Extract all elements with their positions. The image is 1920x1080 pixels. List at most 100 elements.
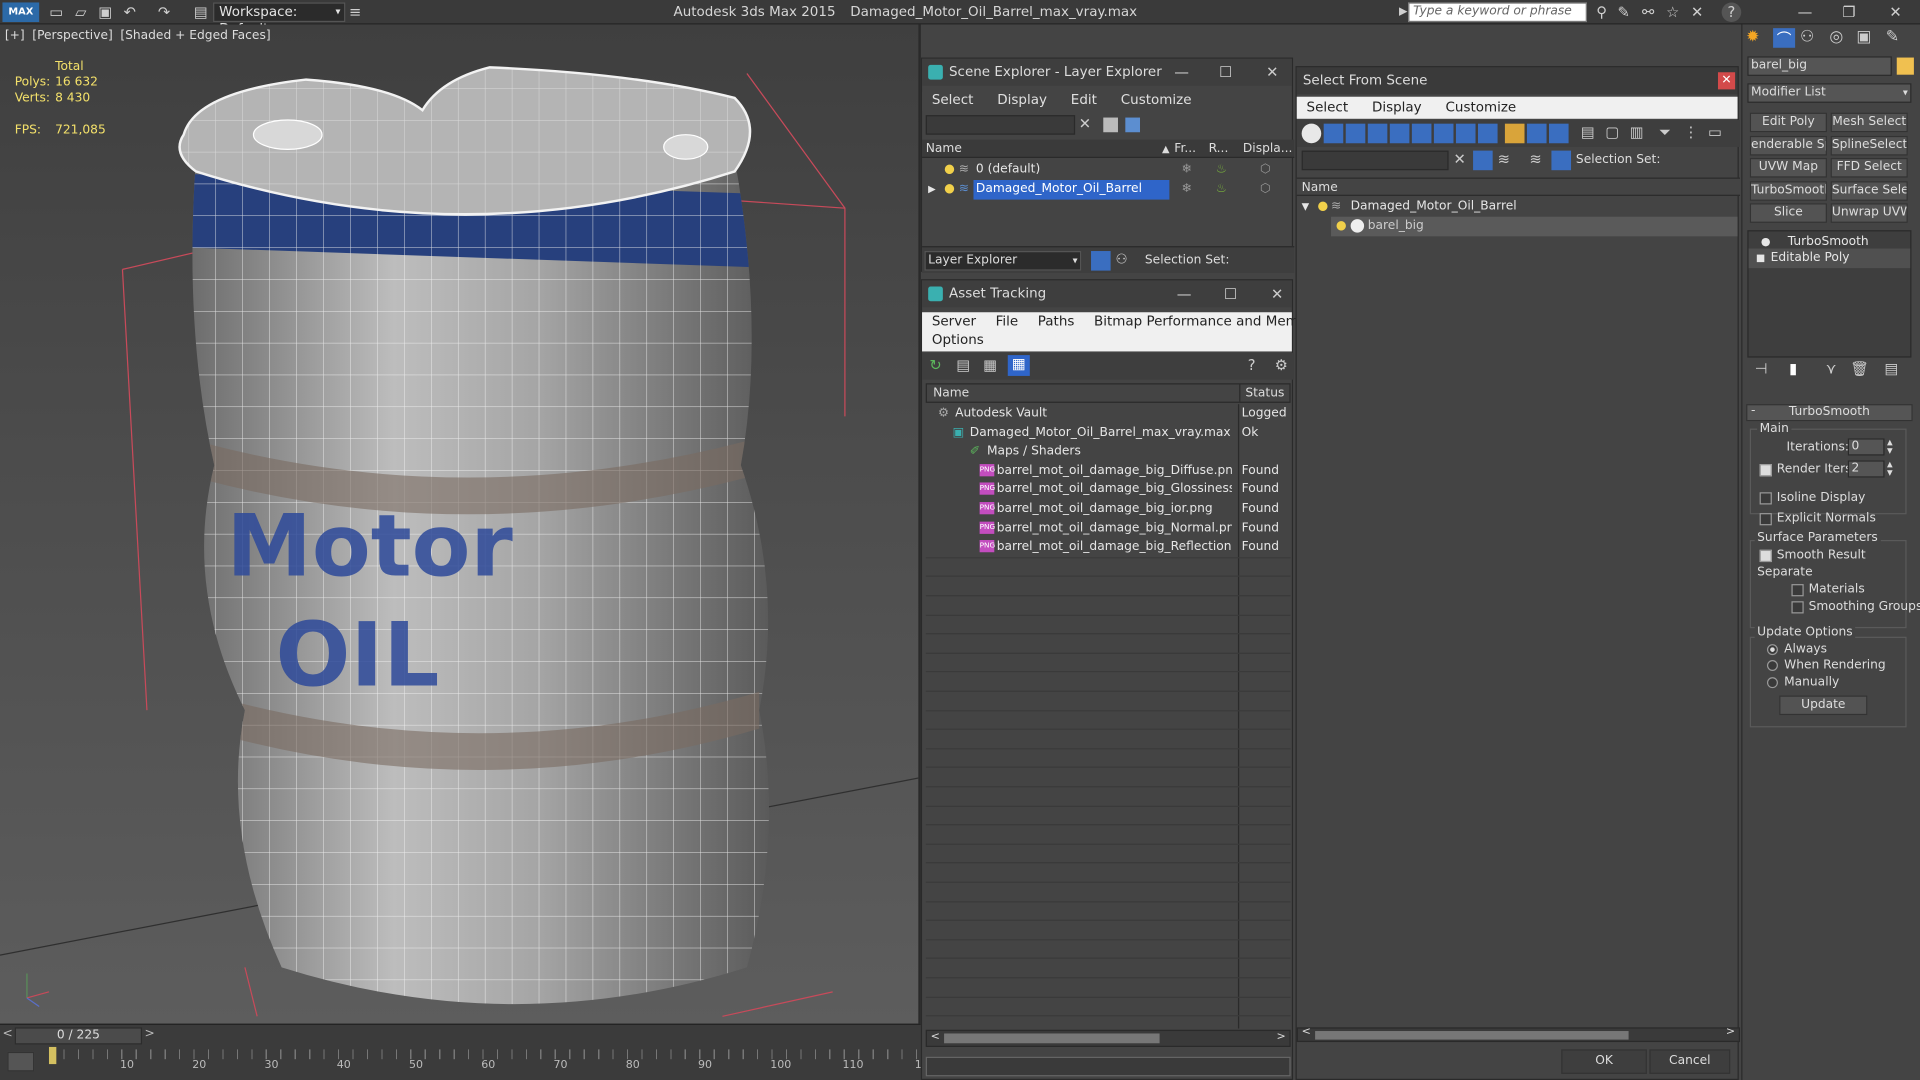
- menu-customize[interactable]: Customize: [1446, 99, 1517, 115]
- col-status[interactable]: Status: [1245, 384, 1284, 402]
- modifier-button[interactable]: Surface Select: [1830, 180, 1908, 201]
- modifier-button[interactable]: SplineSelect: [1830, 135, 1908, 155]
- project-icon[interactable]: ▤: [191, 2, 211, 22]
- select-none-icon[interactable]: ▢: [1605, 124, 1619, 141]
- link-icon[interactable]: ⚯: [1638, 2, 1658, 22]
- modifier-button[interactable]: FFD Select: [1830, 157, 1908, 178]
- invert-selection-icon[interactable]: ▥: [1630, 124, 1644, 141]
- time-marker[interactable]: [48, 1046, 57, 1065]
- show-end-result-icon[interactable]: ▮: [1789, 360, 1797, 377]
- clear-search-icon[interactable]: ✕: [1079, 115, 1091, 132]
- menu-paths[interactable]: Paths: [1038, 313, 1075, 329]
- scroll-right-icon[interactable]: >: [1726, 1026, 1735, 1038]
- asset-row[interactable]: PNG barrel_mot_oil_damage_big_Reflection.…: [926, 538, 1291, 558]
- asset-row[interactable]: ✐ Maps / Shaders: [926, 442, 1291, 462]
- max-logo-icon[interactable]: MAX: [2, 2, 40, 23]
- expand-icon[interactable]: ▶: [928, 180, 936, 200]
- containers-filter-icon[interactable]: [1504, 123, 1525, 144]
- object-name-field[interactable]: barel_big: [1747, 56, 1892, 76]
- open-file-icon[interactable]: ▱: [71, 2, 91, 22]
- modifier-button[interactable]: Edit Poly: [1749, 112, 1827, 133]
- modifier-button[interactable]: TurboSmooth: [1749, 180, 1827, 201]
- time-slider[interactable]: 0 / 225: [14, 1027, 143, 1045]
- col-name[interactable]: Name: [926, 140, 962, 158]
- menu-select[interactable]: Select: [932, 92, 974, 108]
- asset-row[interactable]: PNG barrel_mot_oil_damage_big_ior.png Foun…: [926, 500, 1291, 520]
- render-iters-spinner[interactable]: 2: [1847, 460, 1885, 478]
- filter-icon[interactable]: ⏷: [1659, 124, 1671, 142]
- sort-icon[interactable]: ▲: [1162, 140, 1170, 158]
- close-icon[interactable]: ✕: [1262, 64, 1282, 81]
- layers-icon[interactable]: [1125, 117, 1141, 133]
- search-input[interactable]: Type a keyword or phrase: [1408, 2, 1587, 23]
- asset-row[interactable]: ⚙ Autodesk Vault Logged O: [926, 404, 1291, 424]
- stack-item[interactable]: ■ Editable Poly: [1748, 248, 1911, 269]
- scene-tree-row-selected[interactable]: ● barel_big: [1331, 216, 1738, 237]
- menu-display[interactable]: Display: [1372, 99, 1422, 115]
- modify-tab-icon[interactable]: ⌒: [1773, 28, 1796, 48]
- always-radio[interactable]: [1766, 644, 1778, 656]
- clear-search-icon[interactable]: ✕: [1453, 151, 1465, 168]
- isoline-checkbox[interactable]: [1759, 492, 1772, 505]
- menu-file[interactable]: File: [996, 313, 1019, 329]
- save-icon[interactable]: ▣: [96, 2, 116, 22]
- groups-filter-icon[interactable]: [1433, 123, 1454, 144]
- iterations-spinner[interactable]: 0: [1847, 438, 1885, 456]
- display-icon[interactable]: ⬡: [1260, 160, 1271, 180]
- layer-row[interactable]: ▶ ● ≋ Damaged_Motor_Oil_Barrel ❄ ♨ ⬡: [922, 180, 1292, 200]
- spinner-arrows-icon[interactable]: ▲ ▼: [1887, 438, 1893, 455]
- close-x-icon[interactable]: ✕: [1687, 2, 1707, 22]
- tools-icon[interactable]: ✎: [1614, 2, 1634, 22]
- modifier-button[interactable]: Unwrap UVW: [1830, 203, 1908, 223]
- configure-sets-icon[interactable]: ▤: [1885, 360, 1899, 377]
- smooth-result-checkbox[interactable]: [1759, 549, 1772, 563]
- create-tab-icon[interactable]: ✹: [1746, 28, 1768, 48]
- close-icon[interactable]: ✕: [1886, 2, 1906, 22]
- motion-tab-icon[interactable]: ◎: [1829, 28, 1843, 46]
- scene-explorer-title[interactable]: Scene Explorer - Layer Explorer: [922, 58, 1292, 86]
- xrefs-filter-icon[interactable]: [1455, 123, 1476, 144]
- bulb-icon[interactable]: ●: [1318, 197, 1329, 217]
- layer-mode-icon[interactable]: [1091, 251, 1111, 271]
- modifier-button[interactable]: UVW Map: [1749, 157, 1827, 178]
- select-scrollbar[interactable]: < >: [1296, 1026, 1741, 1043]
- scene-tree-row[interactable]: ▼ ● ≋ Damaged_Motor_Oil_Barrel: [1297, 197, 1738, 217]
- close-icon[interactable]: ✕: [1267, 285, 1287, 302]
- expand-icon[interactable]: ■: [1756, 249, 1765, 269]
- ok-button[interactable]: OK: [1561, 1049, 1647, 1074]
- maximize-icon[interactable]: ☐: [1221, 285, 1241, 302]
- menu-display[interactable]: Display: [997, 92, 1047, 108]
- scroll-thumb[interactable]: [944, 1033, 1160, 1044]
- pin-stack-icon[interactable]: ⊣: [1755, 360, 1768, 377]
- bones-filter-icon[interactable]: [1477, 123, 1498, 144]
- col-name[interactable]: Name: [1302, 179, 1338, 197]
- perspective-viewport[interactable]: [+] [Perspective] [Shaded + Edged Faces]…: [0, 24, 921, 1024]
- explorer-dropdown[interactable]: Layer Explorer ▾: [924, 251, 1082, 271]
- bulb-icon[interactable]: ●: [944, 160, 955, 180]
- collapse-icon[interactable]: ▼: [1302, 197, 1310, 217]
- shapes-filter-icon[interactable]: [1323, 123, 1344, 144]
- asset-row[interactable]: ▣ Damaged_Motor_Oil_Barrel_max_vray.max Ok: [926, 423, 1291, 443]
- menu-select[interactable]: Select: [1307, 99, 1349, 115]
- redo-icon[interactable]: ↷: [154, 2, 174, 22]
- modifier-stack[interactable]: ● TurboSmooth ■ Editable Poly: [1747, 230, 1912, 358]
- remove-modifier-icon[interactable]: 🗑: [1850, 360, 1869, 377]
- asset-row[interactable]: PNG barrel_mot_oil_damage_big_Glossiness.…: [926, 480, 1291, 500]
- smoothing-groups-checkbox[interactable]: [1791, 601, 1804, 614]
- modifier-list-dropdown[interactable]: Modifier List ▾: [1747, 83, 1912, 103]
- help-icon[interactable]: ?: [1721, 2, 1742, 23]
- scroll-thumb[interactable]: [1315, 1031, 1629, 1040]
- manually-radio[interactable]: [1766, 677, 1778, 689]
- bulb-icon[interactable]: ●: [944, 180, 955, 200]
- display-tab-icon[interactable]: ▣: [1856, 28, 1871, 46]
- hidden-filter-icon[interactable]: [1548, 123, 1569, 144]
- table-view-icon[interactable]: ▦: [1007, 355, 1030, 376]
- asset-row[interactable]: PNG barrel_mot_oil_damage_big_Normal.png F…: [926, 519, 1291, 539]
- explicit-normals-checkbox[interactable]: [1759, 513, 1772, 526]
- refresh-icon[interactable]: ↻: [929, 356, 941, 373]
- bulb-icon[interactable]: ●: [1336, 217, 1347, 237]
- frozen-filter-icon[interactable]: [1526, 123, 1547, 144]
- object-color-swatch[interactable]: [1896, 57, 1914, 75]
- minimize-icon[interactable]: —: [1172, 64, 1192, 81]
- freeze-icon[interactable]: ❄: [1182, 160, 1192, 180]
